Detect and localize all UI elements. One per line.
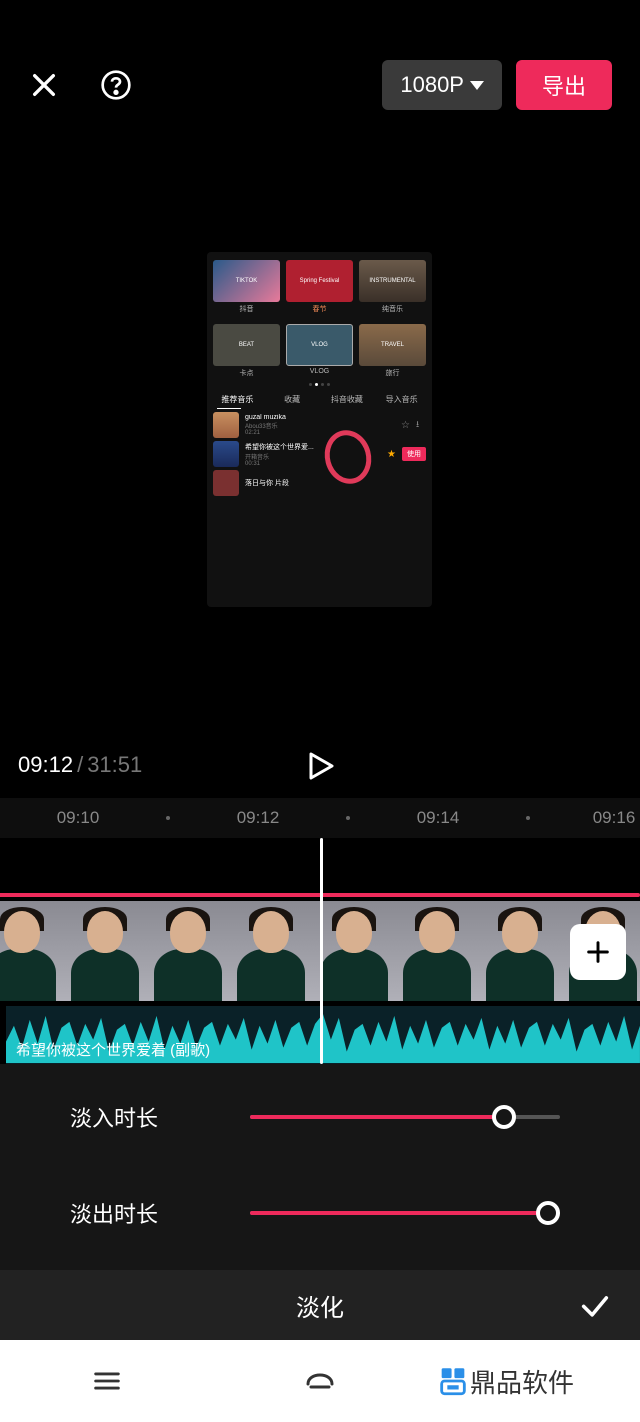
current-time: 09:12 [18, 752, 73, 778]
timeline-ruler[interactable]: 09:10 09:12 09:14 09:16 [0, 798, 640, 838]
help-icon[interactable] [100, 69, 132, 101]
download-icon: ⭳ [416, 417, 426, 433]
star-icon: ☆ [401, 420, 410, 431]
resolution-button[interactable]: 1080P [382, 60, 502, 110]
total-time: 31:51 [87, 752, 142, 778]
nav-menu-button[interactable] [0, 1340, 213, 1422]
music-tab: 导入音乐 [377, 391, 426, 408]
play-button[interactable] [302, 748, 338, 789]
music-cat: TRAVEL [359, 324, 426, 366]
resolution-label: 1080P [400, 72, 464, 98]
close-icon[interactable] [28, 69, 60, 101]
add-clip-button[interactable] [570, 924, 626, 980]
brand-text: 鼎品软件 [470, 1363, 574, 1400]
brand-watermark: 鼎品软件 [420, 1340, 640, 1422]
fade-in-label: 淡入时长 [70, 1101, 190, 1133]
fade-in-slider[interactable] [250, 1107, 560, 1127]
music-cat: VLOG [286, 324, 353, 366]
music-tab: 抖音收藏 [323, 391, 372, 408]
fade-out-label: 淡出时长 [70, 1197, 190, 1229]
music-cat: INSTRUMENTAL [359, 260, 426, 302]
fade-panel: 淡入时长 淡出时长 [0, 1064, 640, 1270]
playhead[interactable] [320, 838, 323, 1064]
video-preview: TIKTOK Spring Festival INSTRUMENTAL 抖音 春… [207, 252, 432, 607]
music-cat: BEAT [213, 324, 280, 366]
audio-track[interactable]: 希望你被这个世界爱着 (副歌) [6, 1006, 640, 1064]
brand-logo-icon [436, 1364, 470, 1398]
chevron-down-icon [470, 81, 484, 90]
export-button[interactable]: 导出 [516, 60, 612, 110]
music-cat: Spring Festival [286, 260, 353, 302]
music-tab: 推荐音乐 [213, 391, 262, 408]
confirm-button[interactable] [550, 1288, 640, 1322]
music-cat: TIKTOK [213, 260, 280, 302]
use-button: 使用 [402, 447, 426, 461]
fade-out-slider[interactable] [250, 1203, 560, 1223]
star-icon: ★ [387, 449, 396, 460]
nav-home-button[interactable] [213, 1340, 426, 1422]
music-tab: 收藏 [268, 391, 317, 408]
panel-title: 淡化 [90, 1288, 550, 1323]
audio-clip-label: 希望你被这个世界爱着 (副歌) [16, 1039, 210, 1060]
